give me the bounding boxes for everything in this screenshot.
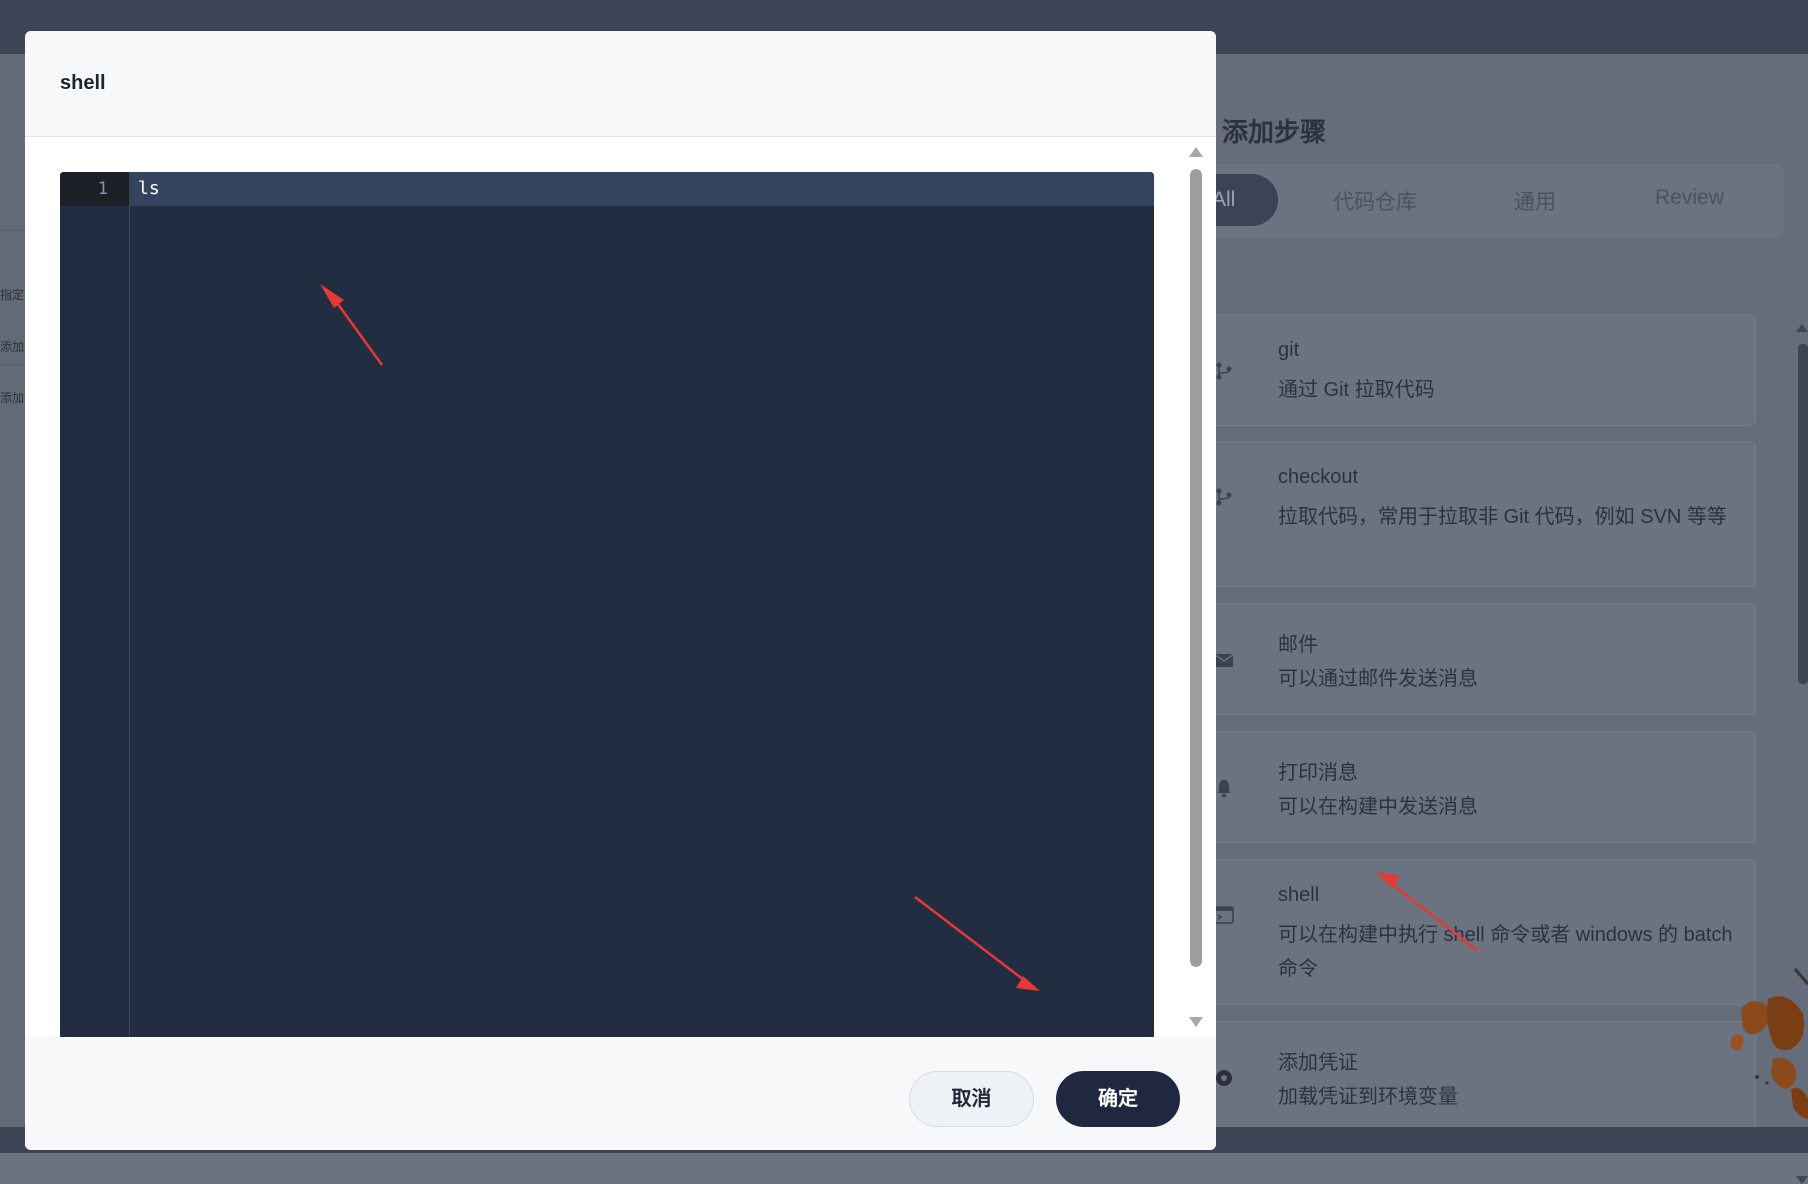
step-list: git 通过 Git 拉取代码 checkout 拉取代码，常用于拉取非 Git… — [1200, 259, 1756, 1149]
step-card-mail[interactable]: 邮件 可以通过邮件发送消息 — [1200, 603, 1756, 715]
decorative-calligraphy-image — [1713, 959, 1808, 1134]
line-number-gutter — [60, 172, 130, 1037]
tab-general[interactable]: 通用 — [1514, 186, 1556, 216]
bell-icon — [1213, 777, 1235, 799]
git-branch-icon — [1213, 360, 1235, 382]
dialog-header: shell — [25, 31, 1216, 137]
step-card-checkout[interactable]: checkout 拉取代码，常用于拉取非 Git 代码，例如 SVN 等等 — [1200, 441, 1756, 587]
scroll-down-arrow-icon[interactable] — [1189, 1017, 1203, 1027]
add-step-panel: 添加步骤 All 代码仓库 通用 Review git 通过 Git 拉取代码 … — [1200, 54, 1808, 1184]
cancel-button[interactable]: 取消 — [909, 1071, 1034, 1127]
step-card-add-credential[interactable]: 添加凭证 加载凭证到环境变量 — [1200, 1021, 1756, 1133]
credential-icon — [1213, 1067, 1235, 1089]
scroll-thumb[interactable] — [1190, 169, 1202, 967]
divider — [0, 230, 26, 231]
scroll-up-arrow-icon[interactable] — [1189, 147, 1203, 157]
step-name: shell — [1278, 884, 1320, 906]
left-item-add-parallel[interactable]: 添加并 — [0, 389, 26, 406]
left-pane: 指定节 添加步 添加并 — [0, 54, 26, 1127]
scroll-up-arrow-icon[interactable] — [1796, 324, 1808, 332]
step-desc: 可以在构建中发送消息 — [1278, 796, 1478, 818]
step-desc: 拉取代码，常用于拉取非 Git 代码，例如 SVN 等等 — [1278, 506, 1727, 528]
step-name: checkout — [1278, 466, 1359, 488]
left-item-node[interactable]: 指定节 — [0, 286, 26, 303]
panel-title: 添加步骤 — [1222, 117, 1327, 147]
code-line[interactable]: ls — [138, 172, 160, 206]
dialog-footer: 取消 确定 — [25, 1037, 1216, 1150]
step-desc: 可以通过邮件发送消息 — [1278, 668, 1478, 690]
active-line-highlight — [60, 172, 1154, 206]
step-name: git — [1278, 339, 1300, 361]
step-tabs: All 代码仓库 通用 Review — [1200, 164, 1784, 238]
confirm-button[interactable]: 确定 — [1056, 1071, 1180, 1127]
step-name: 打印消息 — [1278, 762, 1358, 784]
step-desc: 通过 Git 拉取代码 — [1278, 379, 1435, 401]
shell-step-dialog: shell 1 ls 取消 确定 — [25, 31, 1216, 1150]
step-desc: 加载凭证到环境变量 — [1278, 1086, 1458, 1108]
step-name: 添加凭证 — [1278, 1052, 1358, 1074]
step-desc: 可以在构建中执行 shell 命令或者 windows 的 batch 命令 — [1278, 924, 1733, 980]
step-card-print-message[interactable]: 打印消息 可以在构建中发送消息 — [1200, 731, 1756, 843]
divider — [0, 364, 26, 365]
scroll-down-arrow-icon[interactable] — [1796, 1176, 1808, 1184]
dialog-title: shell — [60, 72, 106, 94]
code-editor[interactable]: 1 ls — [60, 172, 1154, 1037]
step-card-shell[interactable]: shell 可以在构建中执行 shell 命令或者 windows 的 batc… — [1200, 859, 1756, 1005]
dialog-body: 1 ls — [25, 137, 1216, 1037]
scroll-thumb[interactable] — [1798, 344, 1808, 684]
step-card-git[interactable]: git 通过 Git 拉取代码 — [1200, 314, 1756, 426]
step-name: 邮件 — [1278, 634, 1318, 656]
terminal-icon — [1213, 904, 1235, 926]
git-branch-icon — [1213, 486, 1235, 508]
tab-code-repo[interactable]: 代码仓库 — [1333, 186, 1417, 216]
line-number: 1 — [97, 179, 108, 199]
left-item-add-step[interactable]: 添加步 — [0, 338, 26, 355]
mail-icon — [1213, 649, 1235, 671]
tab-review[interactable]: Review — [1655, 186, 1724, 210]
dialog-scrollbar[interactable] — [1188, 137, 1204, 1037]
